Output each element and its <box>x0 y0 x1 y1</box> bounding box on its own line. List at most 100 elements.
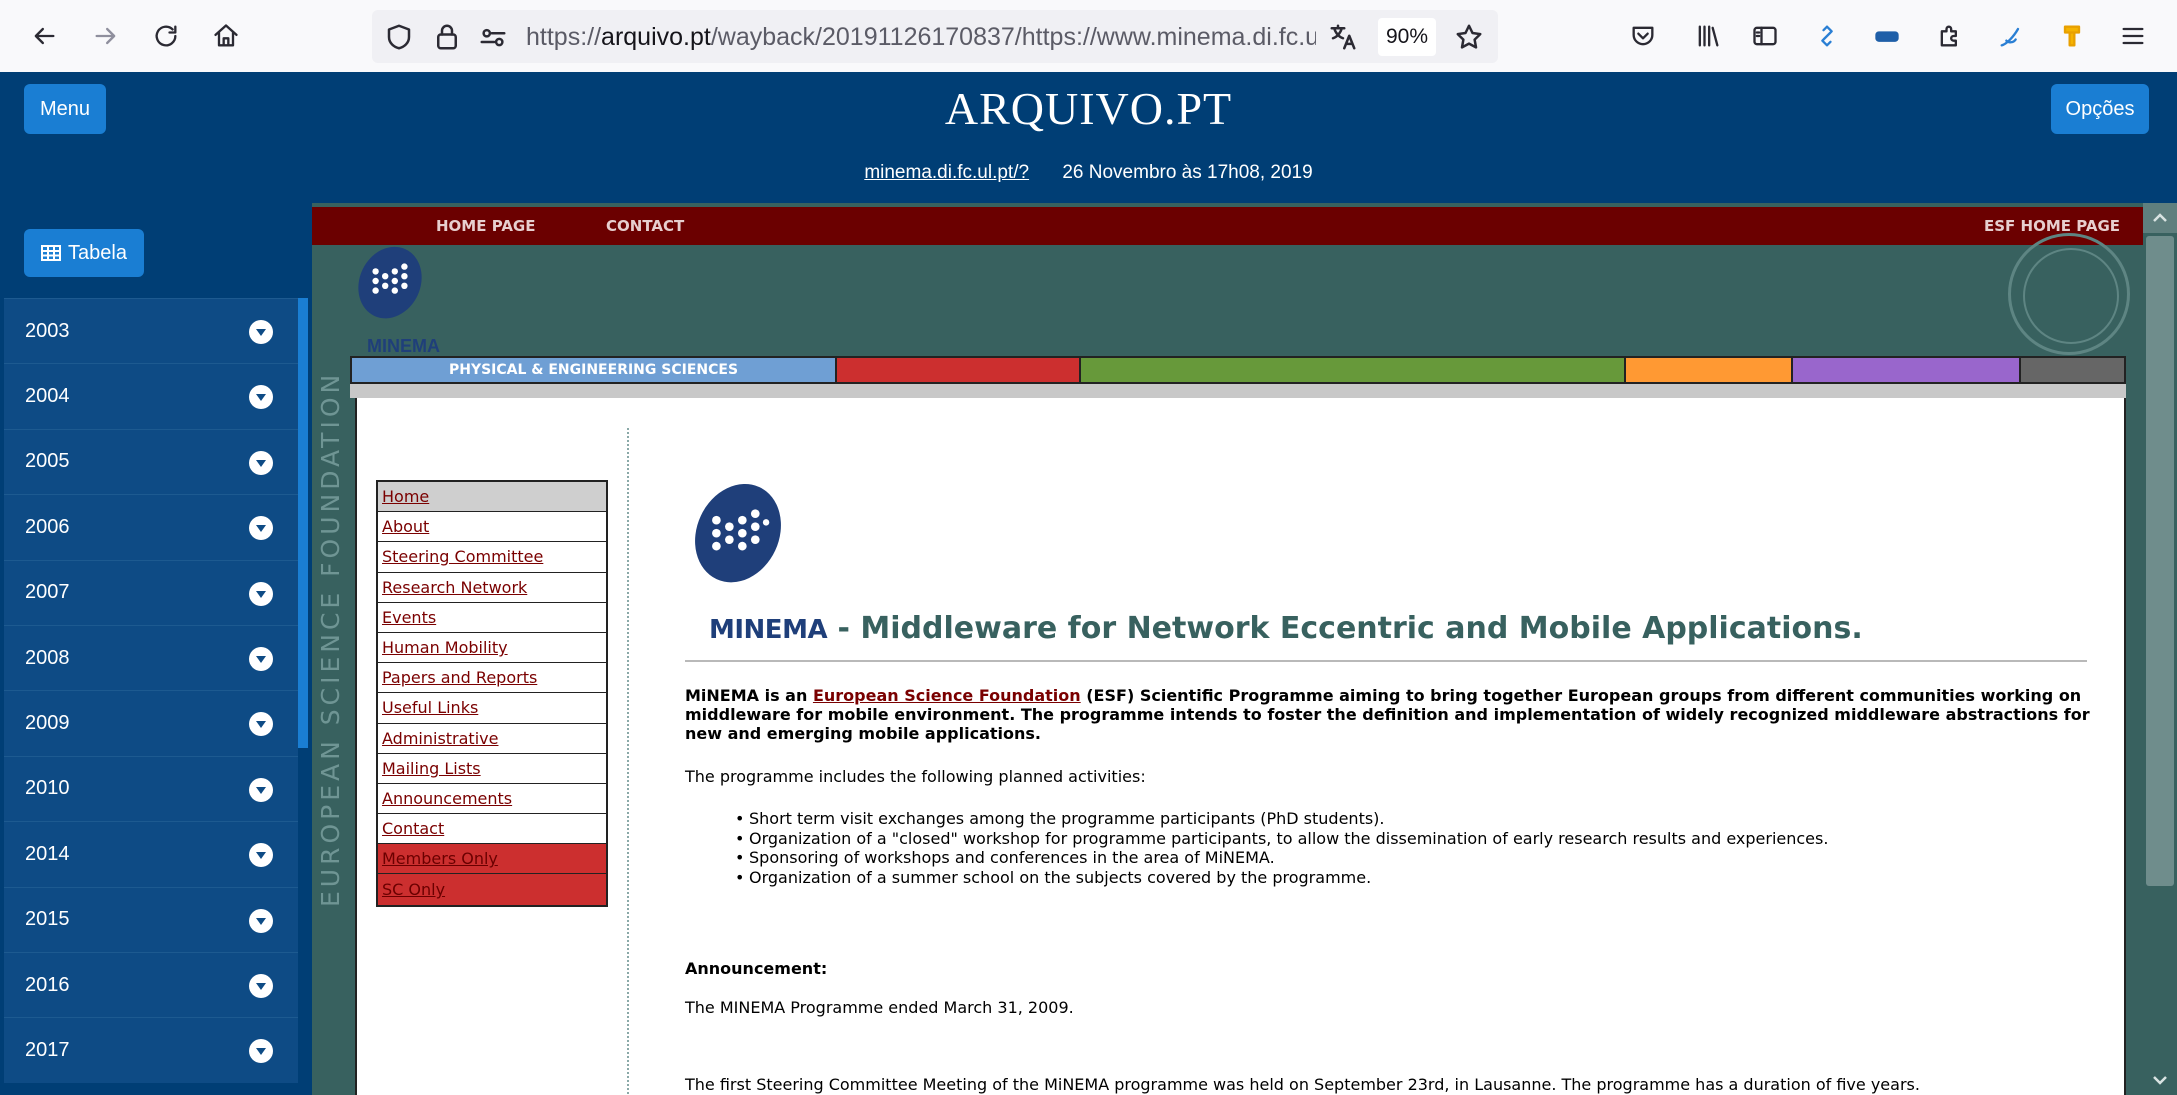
announcement-text: The MINEMA Programme ended March 31, 200… <box>685 998 1074 1017</box>
activities-list: Short term visit exchanges among the pro… <box>735 809 2140 887</box>
extension-pen-icon[interactable] <box>1991 16 2031 56</box>
sidebar-icon[interactable] <box>1745 16 1785 56</box>
year-item[interactable]: 2010 <box>4 755 298 822</box>
discipline-colorbar: PHYSICAL & ENGINEERING SCIENCES <box>350 356 2126 384</box>
page-scrollbar-thumb[interactable] <box>2146 236 2174 886</box>
url-text[interactable]: https://arquivo.pt/wayback/2019112617083… <box>526 23 1316 52</box>
nav-item-steering-committee[interactable]: Steering Committee <box>378 542 606 573</box>
home-icon[interactable] <box>206 16 246 56</box>
nav-item-announcements[interactable]: Announcements <box>378 783 606 815</box>
bookmark-star-icon[interactable] <box>1454 22 1484 52</box>
year-item[interactable]: 2008 <box>4 624 298 691</box>
nav-item-members-only[interactable]: Members Only <box>378 844 606 875</box>
scroll-down-icon[interactable] <box>2143 1065 2177 1095</box>
nav-item-papers-and-reports[interactable]: Papers and Reports <box>378 663 606 694</box>
scroll-up-icon[interactable] <box>2143 203 2177 233</box>
page-title-separator: - <box>827 611 861 646</box>
year-item[interactable]: 2009 <box>4 690 298 756</box>
topnav-contact-link[interactable]: CONTACT <box>606 217 684 235</box>
table-view-button[interactable]: Tabela <box>24 229 144 277</box>
year-list: 2003 2004 2005 2006 2007 2008 2009 2010 … <box>4 298 298 1083</box>
content-panel: Home About Steering Committee Research N… <box>355 398 2126 1095</box>
extension-hat-icon[interactable] <box>1867 16 1907 56</box>
url-bar[interactable]: https://arquivo.pt/wayback/2019112617083… <box>372 10 1498 63</box>
list-item: Organization of a summer school on the s… <box>735 868 2140 888</box>
nav-item-about[interactable]: About <box>378 512 606 543</box>
translate-icon[interactable] <box>1328 22 1358 52</box>
chevron-down-icon[interactable] <box>249 320 273 344</box>
page-title: MINEMA - Middleware for Network Eccentri… <box>709 611 1863 646</box>
sidebar-scrollbar-thumb[interactable] <box>298 298 308 748</box>
extension-brush-icon[interactable] <box>2052 16 2092 56</box>
chevron-down-icon[interactable] <box>249 908 273 933</box>
chevron-down-icon[interactable] <box>249 450 273 475</box>
archive-info: minema.di.fc.ul.pt/? 26 Novembro às 17h0… <box>0 162 2177 184</box>
year-item[interactable]: 2016 <box>4 951 298 1018</box>
colorbar-segment: PHYSICAL & ENGINEERING SCIENCES <box>352 358 837 382</box>
steering-committee-text: The first Steering Committee Meeting of … <box>685 1075 1920 1094</box>
topnav-home-link[interactable]: HOME PAGE <box>436 217 536 235</box>
chevron-down-icon[interactable] <box>249 581 273 606</box>
esf-vertical-label: EUROPEAN SCIENCE FOUNDATION <box>316 370 345 907</box>
year-item[interactable]: 2004 <box>4 363 298 429</box>
options-button[interactable]: Opções <box>2051 84 2149 134</box>
arquivo-logo[interactable]: ARQUIVO.PT <box>0 82 2177 135</box>
esf-seal-icon <box>2008 233 2130 355</box>
reload-icon[interactable] <box>146 16 186 56</box>
nav-item-administrative[interactable]: Administrative <box>378 723 606 754</box>
year-item[interactable]: 2014 <box>4 821 298 887</box>
year-item[interactable]: 2007 <box>4 559 298 625</box>
lock-icon[interactable] <box>432 22 462 52</box>
nav-item-events[interactable]: Events <box>378 602 606 633</box>
year-item[interactable]: 2017 <box>4 1017 298 1083</box>
archived-date: 26 Novembro às 17h08, 2019 <box>1062 162 1313 183</box>
table-icon <box>41 245 62 261</box>
topnav-esf-home-link[interactable]: ESF HOME PAGE <box>1984 217 2120 235</box>
colorbar-segment <box>1626 358 1793 382</box>
site-nav-menu: Home About Steering Committee Research N… <box>376 480 608 907</box>
chevron-down-icon[interactable] <box>249 385 273 410</box>
library-icon[interactable] <box>1688 16 1728 56</box>
archived-url-link[interactable]: minema.di.fc.ul.pt/? <box>864 162 1029 183</box>
year-item[interactable]: 2006 <box>4 494 298 560</box>
esf-link[interactable]: European Science Foundation <box>813 686 1081 705</box>
nav-item-contact[interactable]: Contact <box>378 814 606 845</box>
forward-arrow-icon[interactable] <box>86 16 126 56</box>
colorbar-segment <box>1081 358 1626 382</box>
back-arrow-icon[interactable] <box>24 16 64 56</box>
nav-item-research-network[interactable]: Research Network <box>378 572 606 603</box>
chevron-down-icon[interactable] <box>249 712 273 737</box>
browser-toolbar: https://arquivo.pt/wayback/2019112617083… <box>0 0 2177 72</box>
extension-link-icon[interactable] <box>1807 16 1847 56</box>
chevron-down-icon[interactable] <box>249 646 273 671</box>
page-title-text: Middleware for Network Eccentric and Mob… <box>860 611 1863 646</box>
nav-item-human-mobility[interactable]: Human Mobility <box>378 632 606 664</box>
zoom-level[interactable]: 90% <box>1378 18 1436 56</box>
year-item[interactable]: 2003 <box>4 298 298 364</box>
chevron-down-icon[interactable] <box>249 843 273 868</box>
permissions-icon[interactable] <box>478 22 508 52</box>
intro-paragraph: MiNEMA is an European Science Foundation… <box>685 686 2090 743</box>
year-item[interactable]: 2005 <box>4 428 298 495</box>
chevron-down-icon[interactable] <box>249 777 273 802</box>
table-view-label: Tabela <box>68 241 127 264</box>
chevron-down-icon[interactable] <box>249 973 273 998</box>
year-item[interactable]: 2015 <box>4 886 298 952</box>
minema-logo-large <box>695 483 781 583</box>
list-item: Sponsoring of workshops and conferences … <box>735 848 2140 868</box>
nav-item-home[interactable]: Home <box>378 482 606 513</box>
nav-item-sc-only[interactable]: SC Only <box>378 874 606 905</box>
heading-rule <box>685 660 2087 662</box>
pocket-icon[interactable] <box>1623 16 1663 56</box>
minema-logo[interactable] <box>350 241 430 321</box>
extensions-puzzle-icon[interactable] <box>1930 16 1970 56</box>
chevron-down-icon[interactable] <box>249 1039 273 1064</box>
nav-item-mailing-lists[interactable]: Mailing Lists <box>378 753 606 784</box>
hamburger-menu-icon[interactable] <box>2113 16 2153 56</box>
activities-intro: The programme includes the following pla… <box>685 767 1146 786</box>
colorbar-segment <box>837 358 1081 382</box>
shield-icon[interactable] <box>384 22 414 52</box>
site-top-nav: HOME PAGE CONTACT ESF HOME PAGE <box>312 207 2143 245</box>
nav-item-useful-links[interactable]: Useful Links <box>378 693 606 724</box>
chevron-down-icon[interactable] <box>249 516 273 541</box>
